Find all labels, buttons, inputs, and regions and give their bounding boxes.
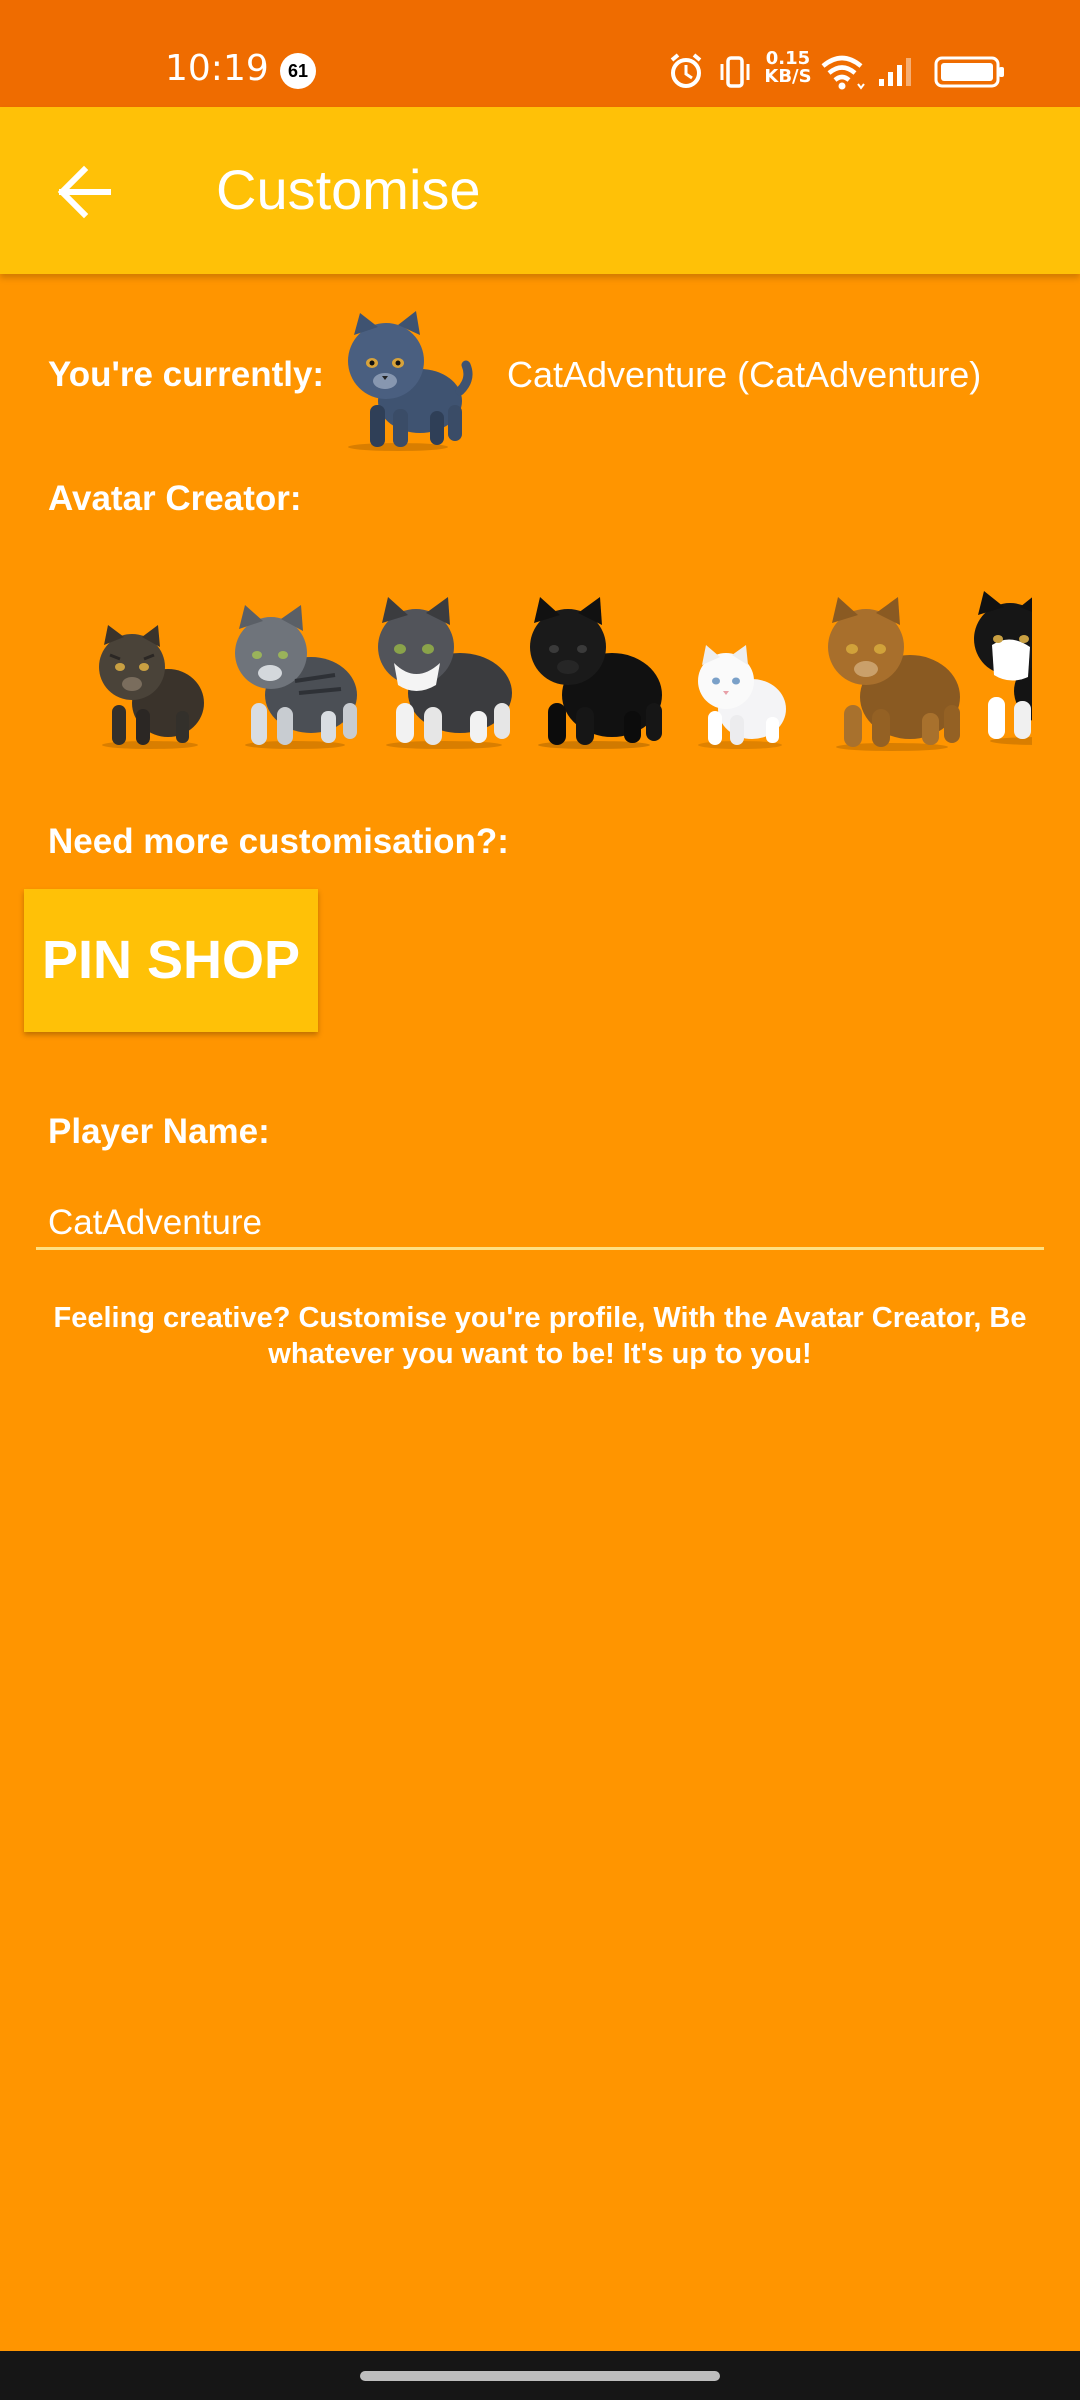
- current-name: CatAdventure (CatAdventure): [507, 354, 982, 395]
- player-name-label: Player Name:: [48, 1112, 270, 1151]
- player-name-input[interactable]: [36, 1198, 1044, 1250]
- avatar-option-grey-striped-cat[interactable]: [225, 585, 375, 755]
- avatar-creator-label: Avatar Creator:: [48, 479, 302, 518]
- alarm-icon: [670, 53, 702, 88]
- vibrate-icon: [720, 56, 750, 88]
- avatar-carousel[interactable]: [80, 585, 1032, 755]
- status-time: 10:19: [165, 48, 269, 89]
- avatar-option-black-cat[interactable]: [520, 585, 670, 755]
- customisation-label: Need more customisation?:: [48, 822, 509, 861]
- home-indicator[interactable]: [360, 2371, 720, 2381]
- current-avatar-label: You're currently:: [48, 355, 325, 394]
- avatar-option-black-white-cat[interactable]: [970, 585, 1032, 755]
- signal-icon: [879, 58, 911, 86]
- notification-badge: 61: [280, 53, 316, 89]
- app-bar: [0, 107, 1080, 274]
- status-icons: [670, 53, 1004, 90]
- back-button[interactable]: [48, 152, 120, 232]
- info-text: Feeling creative? Customise you're profi…: [53, 1302, 1027, 1370]
- avatar-option-ginger-cat[interactable]: [820, 585, 970, 755]
- arrow-back-icon: [57, 165, 111, 219]
- current-avatar-image: [348, 311, 473, 451]
- battery-icon: [934, 56, 1004, 88]
- avatar-option-tabby-cat[interactable]: [80, 585, 230, 755]
- page-title: Customise: [216, 158, 481, 221]
- avatar-option-grey-white-cat[interactable]: [370, 585, 520, 755]
- wifi-icon: [821, 55, 865, 90]
- avatar-option-white-cat[interactable]: [670, 585, 820, 755]
- pin-shop-button[interactable]: PIN SHOP: [24, 889, 318, 1032]
